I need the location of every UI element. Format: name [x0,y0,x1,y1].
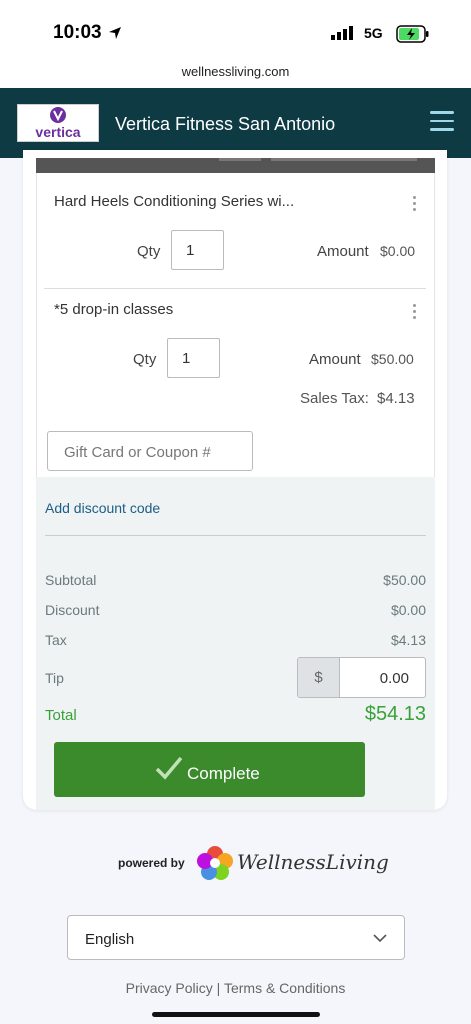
tip-input[interactable]: $ 0.00 [297,657,426,698]
subtotal-label: Subtotal [45,572,97,588]
complete-label: Complete [187,764,260,783]
amount-label: Amount [317,243,369,260]
add-discount-link[interactable]: Add discount code [45,500,160,516]
sales-tax-value: $4.13 [377,390,415,407]
tax-value: $4.13 [390,632,426,648]
wellnessliving-wordmark: WellnessLiving [237,850,389,874]
language-value: English [85,931,135,948]
tip-currency: $ [298,658,340,697]
address-bar[interactable]: wellnessliving.com [0,60,471,88]
logo-text: vertica [35,124,80,140]
url-text: wellnessliving.com [181,64,290,79]
coupon-input[interactable]: Gift Card or Coupon # [47,431,253,471]
location-arrow-icon [109,27,121,39]
powered-by-text: powered by [118,856,185,870]
complete-button[interactable]: Complete [54,742,365,797]
hamburger-menu-icon[interactable] [430,111,454,131]
terms-link[interactable]: Terms & Conditions [224,980,345,996]
total-label: Total [45,707,77,724]
discount-label: Discount [45,602,100,618]
vertica-logo-icon: vertica [35,107,81,140]
qty-input[interactable]: 1 [171,230,224,270]
qty-input[interactable]: 1 [167,338,220,378]
more-options-icon[interactable] [413,304,417,322]
more-options-icon[interactable] [413,196,417,214]
collapsed-header-strip [36,158,435,173]
status-bar: 10:03 5G [0,0,471,60]
network-type: 5G [364,25,383,41]
summary-divider [45,535,426,536]
discount-value: $0.00 [390,602,426,618]
link-separator: | [216,980,221,996]
chevron-down-icon [373,934,387,943]
vertica-logo[interactable]: vertica [17,104,99,142]
wellnessliving-flower-icon [197,846,233,880]
tax-label: Tax [45,632,67,648]
home-indicator[interactable] [152,1012,320,1017]
amount-value: $50.00 [371,351,414,367]
footer-links: Privacy Policy | Terms & Conditions [0,980,471,996]
battery-charging-icon [396,25,429,43]
business-name: Vertica Fitness San Antonio [115,114,336,134]
language-select[interactable]: English [67,915,405,960]
privacy-policy-link[interactable]: Privacy Policy [126,980,213,996]
checkmark-icon [155,756,183,780]
amount-value: $0.00 [380,243,416,259]
item-divider [44,288,426,289]
item-title: *5 drop-in classes [54,301,174,318]
total-value: $54.13 [364,703,426,725]
tip-label: Tip [45,670,64,686]
qty-label: Qty [137,243,161,260]
cell-signal-icon [331,26,353,40]
amount-label: Amount [309,351,361,368]
clock: 10:03 [53,22,102,43]
subtotal-value: $50.00 [383,572,426,588]
tip-value: 0.00 [379,670,409,687]
item-title: Hard Heels Conditioning Series wi... [54,193,295,210]
sales-tax-label: Sales Tax: [300,390,369,407]
qty-label: Qty [133,351,157,368]
